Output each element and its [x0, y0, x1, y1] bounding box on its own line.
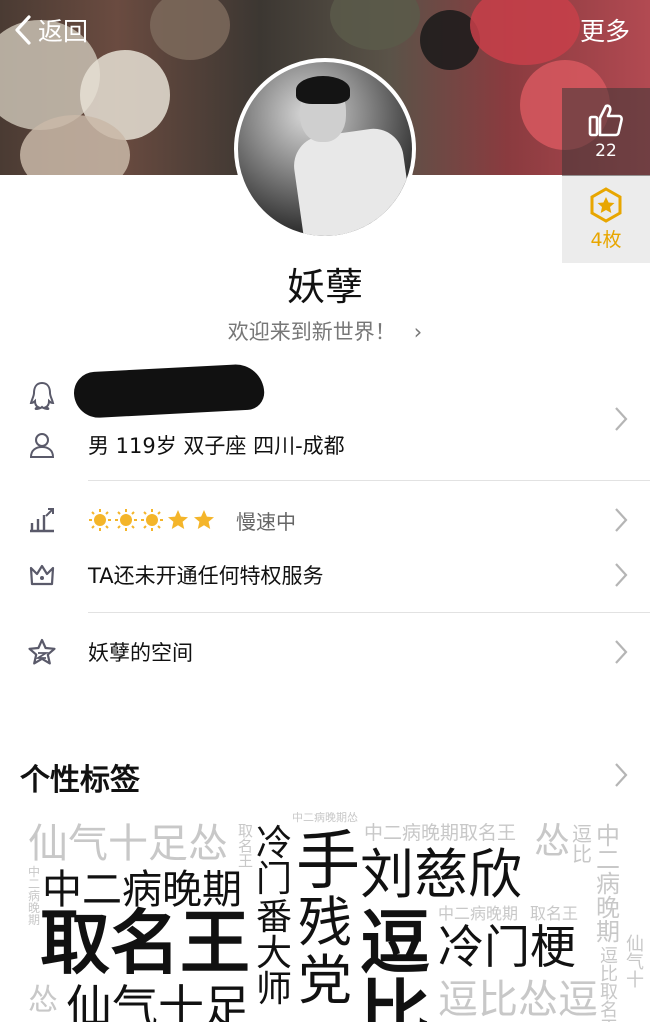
- tag-word: 取名王: [40, 902, 250, 984]
- tag-word: 逗比怂逗: [438, 977, 598, 1022]
- divider: [88, 612, 650, 613]
- chevron-right-icon: ›: [413, 320, 423, 344]
- tag-word: 比: [360, 972, 430, 1022]
- level-chart-icon: [26, 504, 58, 536]
- tag-word: 中二病晚期怂: [292, 812, 358, 824]
- chevron-right-icon: [615, 640, 628, 664]
- level-stars: [88, 508, 216, 532]
- level-speed-text: 慢速中: [236, 509, 296, 534]
- tag-word: 取名王: [238, 822, 254, 870]
- banner-art: [330, 0, 420, 50]
- tag-word: 刘慈欣: [360, 843, 522, 906]
- tag-word: 怂: [28, 983, 58, 1018]
- chevron-right-icon[interactable]: [614, 762, 628, 788]
- sun-icon: [141, 509, 163, 531]
- sun-icon: [115, 509, 137, 531]
- chevron-right-icon: [615, 407, 628, 431]
- back-label: 返回: [38, 17, 89, 46]
- tag-word: 冷门梗: [438, 920, 576, 974]
- tag-word: 中二病晚期: [596, 822, 620, 946]
- tag-word: 逗: [360, 902, 430, 984]
- sun-icon: [89, 509, 111, 531]
- tag-word: 中二病晚期: [42, 867, 242, 913]
- chevron-left-icon: [15, 15, 31, 45]
- chevron-right-icon: [615, 508, 628, 532]
- like-count: 22: [595, 141, 617, 161]
- medal-icon: [590, 187, 622, 223]
- medal-button[interactable]: 4枚: [562, 176, 650, 263]
- more-button[interactable]: 更多: [580, 12, 630, 48]
- crown-icon: [26, 559, 58, 591]
- privilege-text: TA还未开通任何特权服务: [88, 564, 324, 588]
- penguin-icon: [26, 380, 58, 412]
- chevron-right-icon: [615, 563, 628, 587]
- user-icon: [26, 429, 58, 461]
- tag-word: 逗比: [572, 822, 592, 866]
- banner-art: [470, 0, 580, 65]
- star-icon: [168, 510, 188, 529]
- tag-word: 取名王: [530, 904, 579, 923]
- level-row[interactable]: 慢速中: [0, 503, 650, 537]
- divider: [88, 480, 650, 481]
- tag-word: 残: [298, 891, 352, 954]
- signature-text: 欢迎来到新世界！: [227, 320, 396, 344]
- profile-name: 妖孽: [286, 265, 363, 309]
- tag-word: 中二病晚期: [28, 865, 41, 927]
- back-button[interactable]: 返回: [12, 10, 88, 50]
- space-text: 妖孽的空间: [88, 641, 193, 665]
- tags-title: 个性标签: [20, 763, 140, 798]
- tag-word: 仙气十: [626, 934, 644, 991]
- like-button[interactable]: 22: [562, 88, 650, 176]
- basic-info-text: 男 119岁 双子座 四川-成都: [88, 434, 345, 458]
- tag-word: 怂: [534, 821, 571, 862]
- tag-word: 逗比取名王: [600, 946, 618, 1022]
- tag-cloud[interactable]: 仙气十足怂 取名王 冷门 手 刘慈欣 中二病晚期 取名王 逗比 中二病晚期 中二…: [0, 812, 650, 1022]
- tag-word: 手: [296, 825, 360, 899]
- tag-word: 仙气十足: [66, 980, 250, 1022]
- star-icon: [194, 510, 214, 529]
- signature-link[interactable]: 欢迎来到新世界！ ›: [0, 316, 650, 346]
- medal-count: 4枚: [590, 229, 622, 251]
- tag-word: 番大师: [256, 897, 293, 1010]
- thumbs-up-icon: [588, 104, 623, 137]
- privilege-row[interactable]: TA还未开通任何特权服务: [0, 558, 650, 592]
- space-row[interactable]: 妖孽的空间: [0, 635, 650, 669]
- tag-word: 仙气十足怂: [28, 821, 228, 867]
- tag-word: 中二病晚期取名王: [364, 822, 517, 844]
- avatar[interactable]: [234, 58, 416, 240]
- basic-info-row[interactable]: 男 119岁 双子座 四川-成都: [0, 428, 650, 462]
- qzone-star-icon: [26, 636, 58, 668]
- tag-word: 党: [298, 949, 352, 1012]
- tag-word: 冷门: [256, 823, 293, 900]
- banner-art: [150, 0, 230, 60]
